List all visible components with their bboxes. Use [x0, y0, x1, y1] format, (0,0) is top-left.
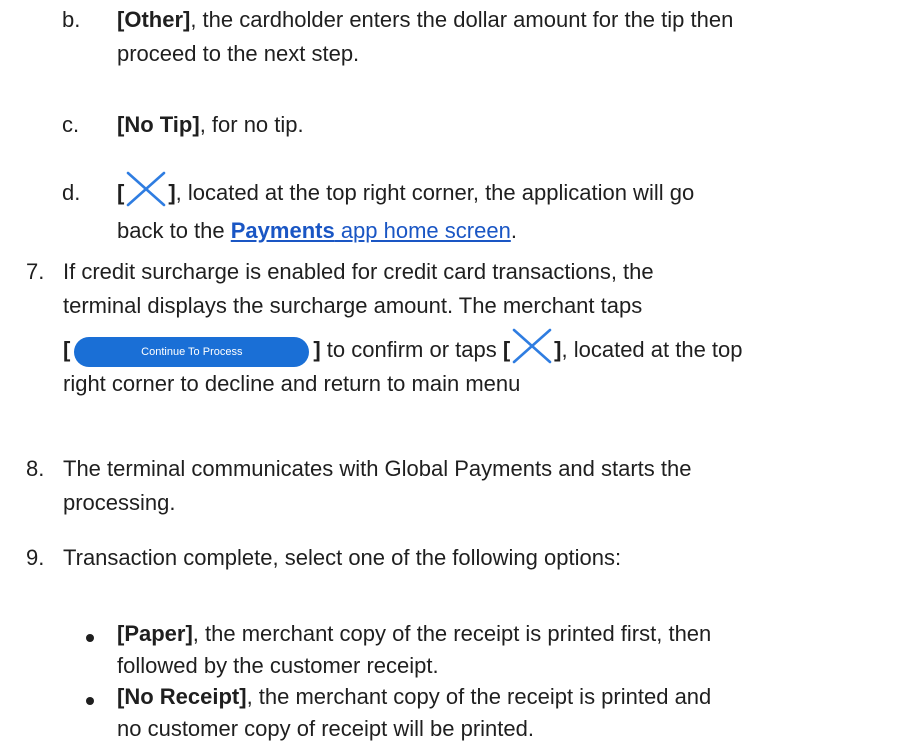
bracket-open-2: [: [502, 337, 511, 362]
step7-line1: If credit surcharge is enabled for credi…: [63, 259, 654, 284]
item-d-line1: [], located at the top right corner, the…: [117, 170, 907, 210]
item-b-line2: proceed to the next step.: [117, 41, 360, 66]
bullet1-line1: [Paper], the merchant copy of the receip…: [117, 618, 907, 650]
step7-line4: right corner to decline and return to ma…: [63, 371, 521, 396]
option-label-no-tip: [No Tip]: [117, 112, 200, 137]
list-marker: d.: [62, 180, 81, 205]
bullet2-text: , the merchant copy of the receipt is pr…: [246, 684, 712, 709]
item-d-suffix: .: [510, 218, 517, 243]
bullet2-line2: no customer copy of receipt will be prin…: [117, 716, 534, 741]
bracket-close-2: ]: [554, 337, 562, 362]
option-label-paper: [Paper]: [117, 621, 193, 646]
step8-line2: processing.: [63, 490, 176, 515]
continue-to-process-button: Continue To Process: [74, 337, 310, 367]
item-d-text: , located at the top right corner, the a…: [175, 180, 695, 205]
close-x-icon: [512, 328, 552, 364]
item-b-text: , the cardholder enters the dollar amoun…: [190, 7, 734, 32]
list-marker: 7.: [26, 259, 45, 284]
step7-after-icon: , located at the top: [561, 337, 743, 362]
step7-mid-text: to confirm or taps: [320, 337, 503, 362]
payments-link-rest[interactable]: app home screen: [335, 218, 511, 243]
list-marker: c.: [62, 112, 80, 137]
bullet-dot: [86, 634, 94, 642]
option-label-no-receipt: [No Receipt]: [117, 684, 247, 709]
item-d-text-prefix: back to the: [117, 218, 231, 243]
step8-line1: The terminal communicates with Global Pa…: [63, 456, 692, 481]
bracket-open: [: [117, 180, 125, 205]
bracket-close-inline: ]: [313, 337, 321, 362]
step7-line2: terminal displays the surcharge amount. …: [63, 293, 643, 318]
bullet1-text: , the merchant copy of the receipt is pr…: [192, 621, 712, 646]
step9-line1: Transaction complete, select one of the …: [63, 545, 622, 570]
step7-line3: [Continue To Process] to confirm or taps…: [63, 327, 908, 367]
list-marker: 8.: [26, 456, 45, 481]
bracket-close: ]: [168, 180, 176, 205]
option-label-other: [Other]: [117, 7, 191, 32]
bullet-dot: [86, 697, 94, 705]
close-x-icon: [127, 171, 166, 207]
list-marker: 9.: [26, 545, 45, 570]
list-marker: b.: [62, 7, 81, 32]
bracket-open: [: [63, 337, 71, 362]
bullet1-line2: followed by the customer receipt.: [117, 653, 439, 678]
payments-home-link[interactable]: Payments app home screen: [231, 218, 511, 243]
bullet2-line1: [No Receipt], the merchant copy of the r…: [117, 681, 907, 713]
item-c-text: , for no tip.: [199, 112, 304, 137]
item-d-line2: back to the Payments app home screen.: [117, 214, 907, 248]
payments-link-bold[interactable]: Payments: [231, 218, 335, 243]
item-b-line1: [Other], the cardholder enters the dolla…: [117, 3, 907, 37]
